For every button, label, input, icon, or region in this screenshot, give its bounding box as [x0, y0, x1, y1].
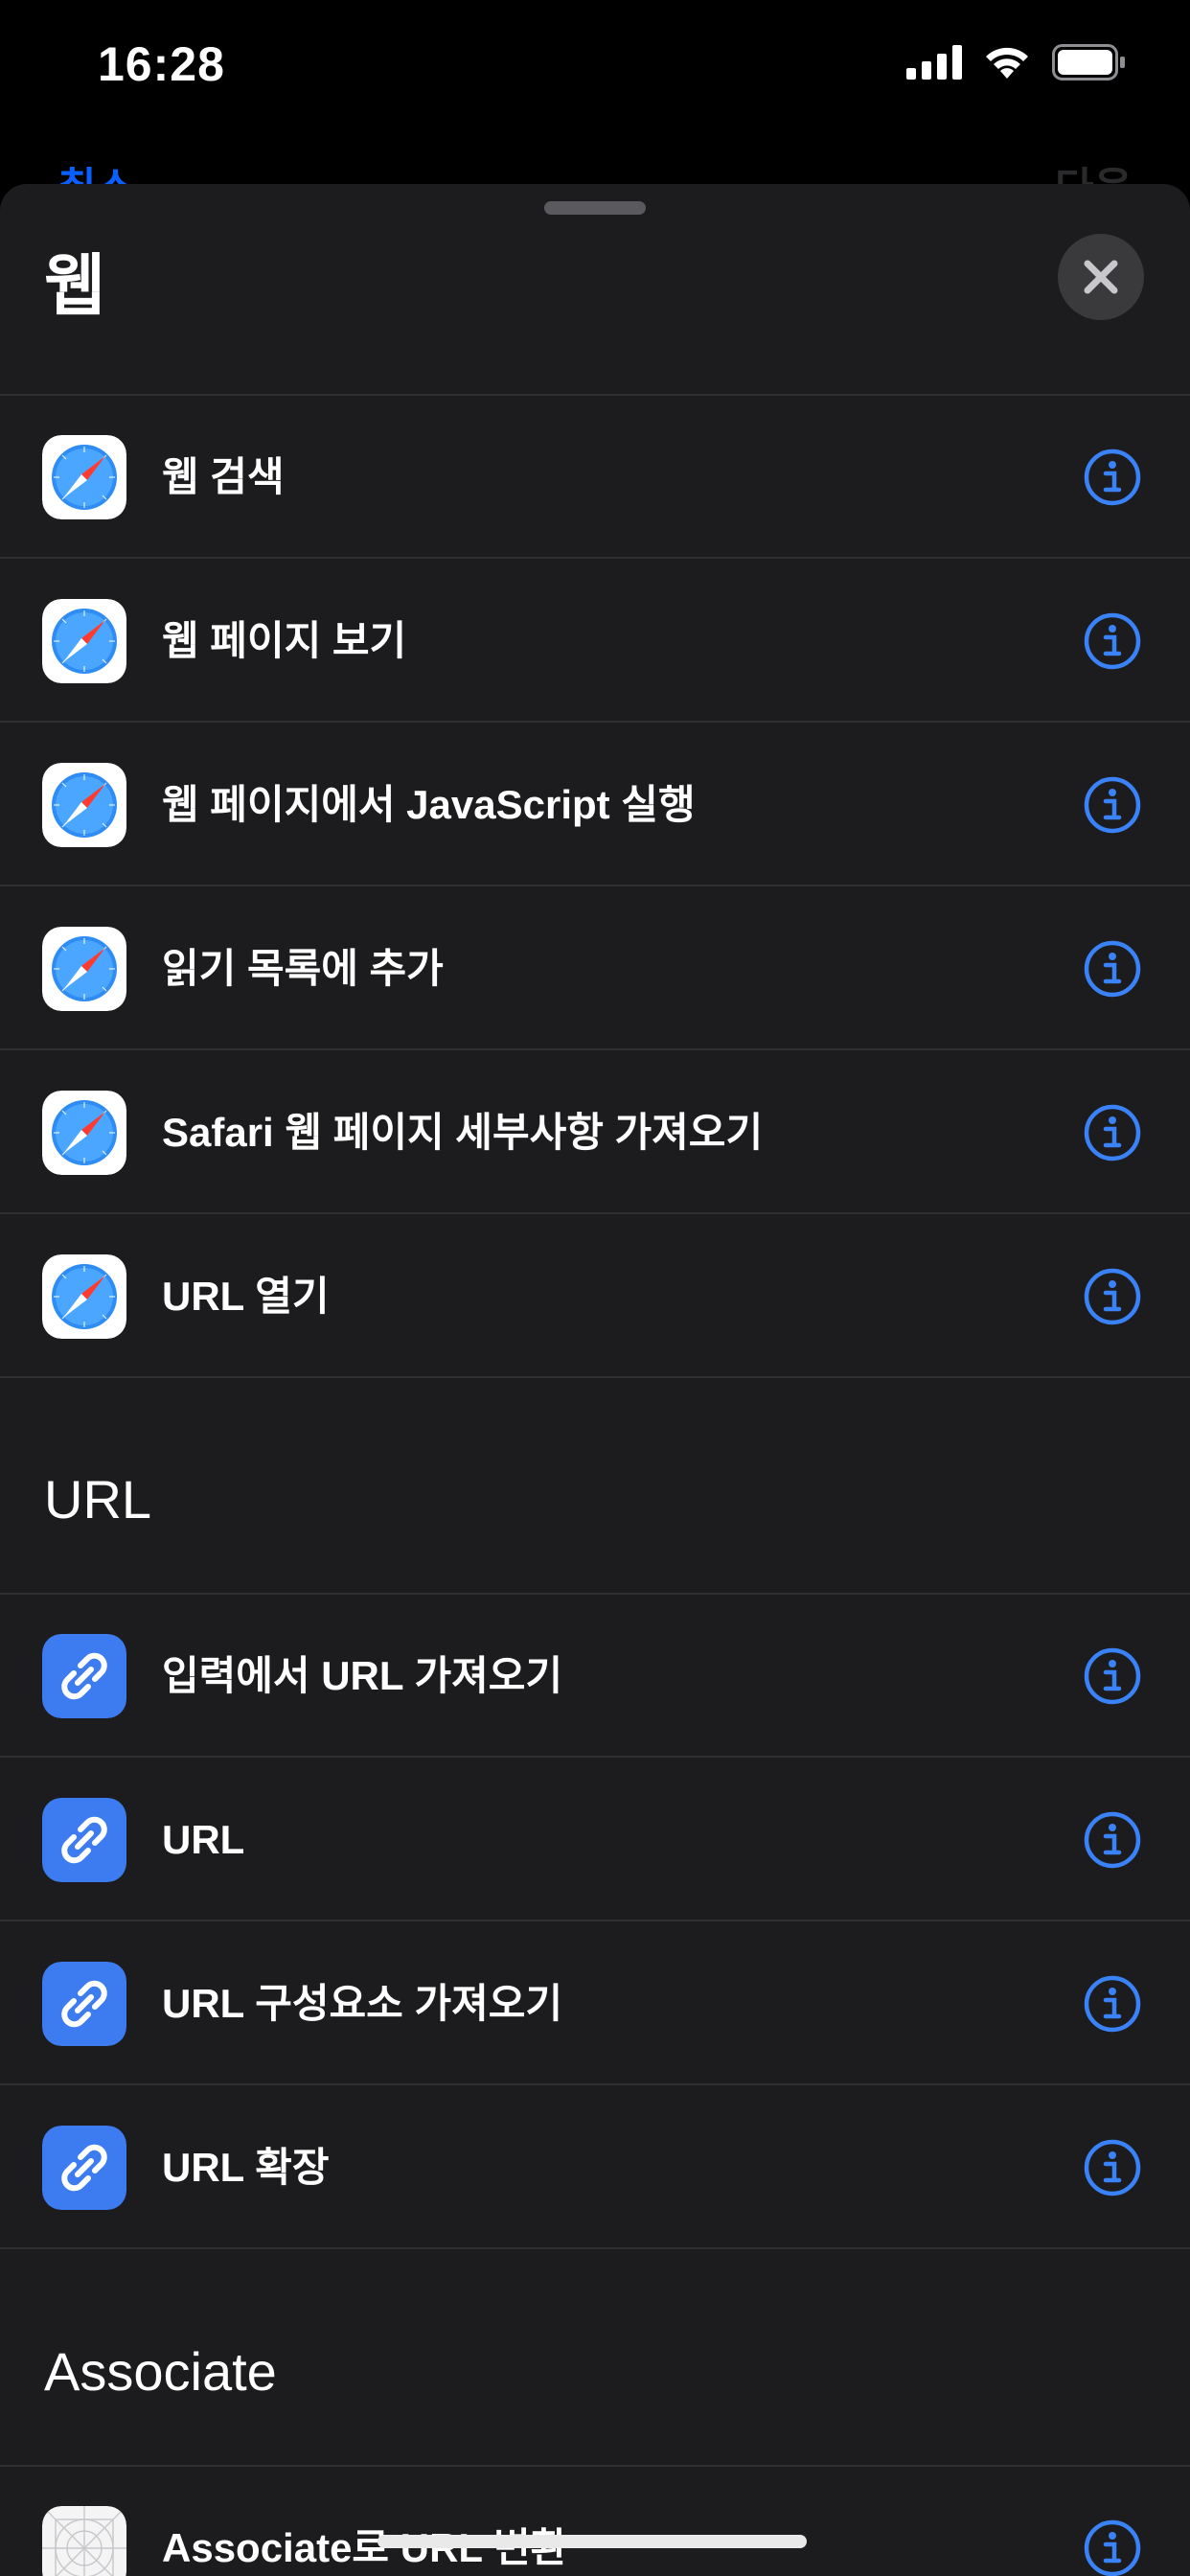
safari-icon: [42, 1091, 126, 1175]
sheet-grabber[interactable]: [544, 201, 646, 215]
info-icon[interactable]: [1083, 2518, 1142, 2576]
link-icon: [42, 1962, 126, 2046]
list-item[interactable]: Associate로 URL 변환: [0, 2467, 1190, 2576]
home-indicator[interactable]: [378, 2535, 807, 2548]
info-icon[interactable]: [1083, 448, 1142, 507]
safari-icon: [42, 599, 126, 683]
info-icon[interactable]: [1083, 1810, 1142, 1870]
list-item-label: Safari 웹 페이지 세부사항 가져오기: [162, 1110, 764, 1155]
row-divider: [0, 1212, 1190, 1214]
section-header-associate: Associate: [44, 2341, 277, 2402]
list-item[interactable]: 웹 페이지 보기: [0, 560, 1190, 723]
row-divider: [0, 1920, 1190, 1921]
associate-app-icon: [42, 2506, 126, 2576]
section-header-url: URL: [44, 1469, 152, 1530]
list-item-label: URL 확장: [162, 2145, 330, 2190]
list-item-label: 웹 검색: [162, 454, 285, 499]
row-divider: [0, 2083, 1190, 2085]
status-icons: [906, 44, 1127, 80]
list-item[interactable]: 읽기 목록에 추가: [0, 887, 1190, 1050]
battery-icon: [1052, 44, 1125, 80]
info-icon[interactable]: [1083, 1646, 1142, 1706]
list-item[interactable]: 웹 검색: [0, 396, 1190, 559]
link-icon: [42, 2126, 126, 2210]
info-icon[interactable]: [1083, 1974, 1142, 2034]
row-divider: [0, 1376, 1190, 1378]
sheet-title: 웹: [44, 248, 106, 323]
list-item-label: 입력에서 URL 가져오기: [162, 1653, 563, 1698]
list-item-label: URL: [162, 1817, 245, 1862]
info-icon[interactable]: [1083, 2138, 1142, 2197]
safari-icon: [42, 435, 126, 519]
list-item[interactable]: URL 열기: [0, 1215, 1190, 1378]
safari-icon: [42, 927, 126, 1011]
row-divider: [0, 885, 1190, 886]
info-icon[interactable]: [1083, 1267, 1142, 1326]
link-icon: [42, 1634, 126, 1718]
close-icon: [1084, 260, 1118, 294]
list-item-label: 읽기 목록에 추가: [162, 946, 444, 991]
wifi-icon: [986, 47, 1028, 79]
info-icon[interactable]: [1083, 611, 1142, 671]
safari-icon: [42, 1254, 126, 1339]
info-icon[interactable]: [1083, 939, 1142, 999]
status-bar: 16:28: [0, 0, 1190, 134]
status-time: 16:28: [98, 37, 225, 91]
list-item-label: 웹 페이지에서 JavaScript 실행: [162, 782, 696, 827]
action-sheet: 웹 웹 검색 웹 페이지 보기 웹 페이지에서 JavaScript 실행 읽기…: [0, 184, 1190, 2576]
list-item[interactable]: URL: [0, 1759, 1190, 1921]
safari-icon: [42, 763, 126, 847]
cellular-signal-icon: [906, 45, 962, 80]
list-item-label: 웹 페이지 보기: [162, 618, 407, 663]
list-item[interactable]: URL 구성요소 가져오기: [0, 1922, 1190, 2085]
list-item-label: Associate로 URL 변환: [162, 2525, 568, 2570]
row-divider: [0, 2247, 1190, 2249]
row-divider: [0, 1048, 1190, 1050]
row-divider: [0, 1756, 1190, 1758]
list-item-label: URL 구성요소 가져오기: [162, 1981, 563, 2026]
list-item[interactable]: 웹 페이지에서 JavaScript 실행: [0, 724, 1190, 886]
link-icon: [42, 1798, 126, 1882]
row-divider: [0, 721, 1190, 723]
info-icon[interactable]: [1083, 775, 1142, 835]
list-item[interactable]: 입력에서 URL 가져오기: [0, 1595, 1190, 1758]
list-item-label: URL 열기: [162, 1274, 330, 1319]
close-button[interactable]: [1058, 234, 1144, 320]
list-item[interactable]: Safari 웹 페이지 세부사항 가져오기: [0, 1051, 1190, 1214]
row-divider: [0, 557, 1190, 559]
info-icon[interactable]: [1083, 1103, 1142, 1162]
list-item[interactable]: URL 확장: [0, 2086, 1190, 2249]
